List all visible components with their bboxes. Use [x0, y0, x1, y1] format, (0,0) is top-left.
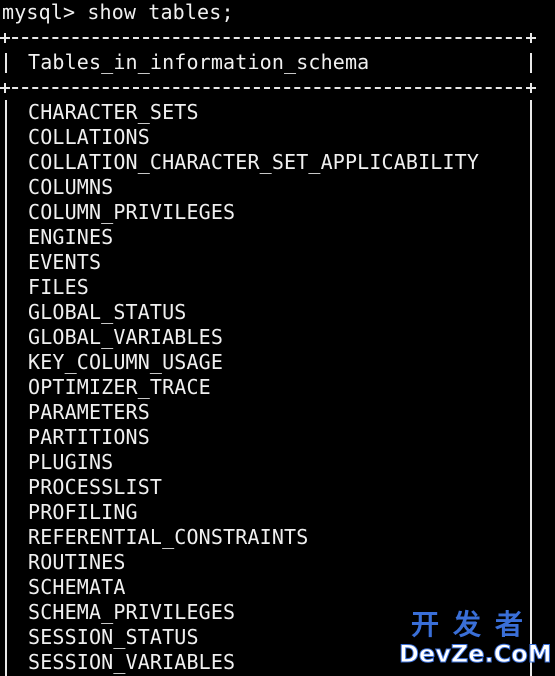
- table-left-bar: [5, 100, 7, 676]
- table-row: PROFILING: [28, 500, 138, 524]
- table-row: ENGINES: [28, 225, 114, 249]
- table-row: REFERENTIAL_CONSTRAINTS: [28, 525, 309, 549]
- watermark-cn-text: 开发者: [410, 608, 537, 641]
- table-row: EVENTS: [28, 250, 102, 274]
- table-header: Tables_in_information_schema: [28, 50, 370, 74]
- table-row: GLOBAL_VARIABLES: [28, 325, 224, 349]
- table-row: COLLATIONS: [28, 125, 150, 149]
- table-row: SCHEMA_PRIVILEGES: [28, 600, 236, 624]
- table-row: KEY_COLUMN_USAGE: [28, 350, 224, 374]
- table-row: GLOBAL_STATUS: [28, 300, 187, 324]
- watermark-logo: 开发者 DevZe.CoM: [399, 608, 553, 670]
- table-left-bar: [5, 53, 7, 73]
- table-row: COLLATION_CHARACTER_SET_APPLICABILITY: [28, 150, 480, 174]
- table-row: PARTITIONS: [28, 425, 150, 449]
- table-row: CHARACTER_SETS: [28, 100, 199, 124]
- table-row: SESSION_VARIABLES: [28, 650, 236, 674]
- table-border-corner: [526, 83, 536, 93]
- table-border-corner: [526, 33, 536, 43]
- terminal-window[interactable]: mysql> show tables; Tables_in_informatio…: [0, 0, 555, 676]
- table-row: COLUMNS: [28, 175, 114, 199]
- table-right-bar: [530, 100, 532, 676]
- table-row: PLUGINS: [28, 450, 114, 474]
- table-row: SCHEMATA: [28, 575, 126, 599]
- table-row: FILES: [28, 275, 89, 299]
- table-row: PROCESSLIST: [28, 475, 163, 499]
- table-row: COLUMN_PRIVILEGES: [28, 200, 236, 224]
- table-row: ROUTINES: [28, 550, 126, 574]
- table-row: OPTIMIZER_TRACE: [28, 375, 211, 399]
- table-row: PARAMETERS: [28, 400, 150, 424]
- table-row: SESSION_STATUS: [28, 625, 199, 649]
- watermark-en-text: DevZe.CoM: [399, 640, 553, 669]
- table-right-bar: [530, 53, 532, 73]
- table-header-separator: [2, 87, 532, 89]
- command-prompt-line: mysql> show tables;: [2, 0, 234, 24]
- table-top-border: [2, 37, 532, 39]
